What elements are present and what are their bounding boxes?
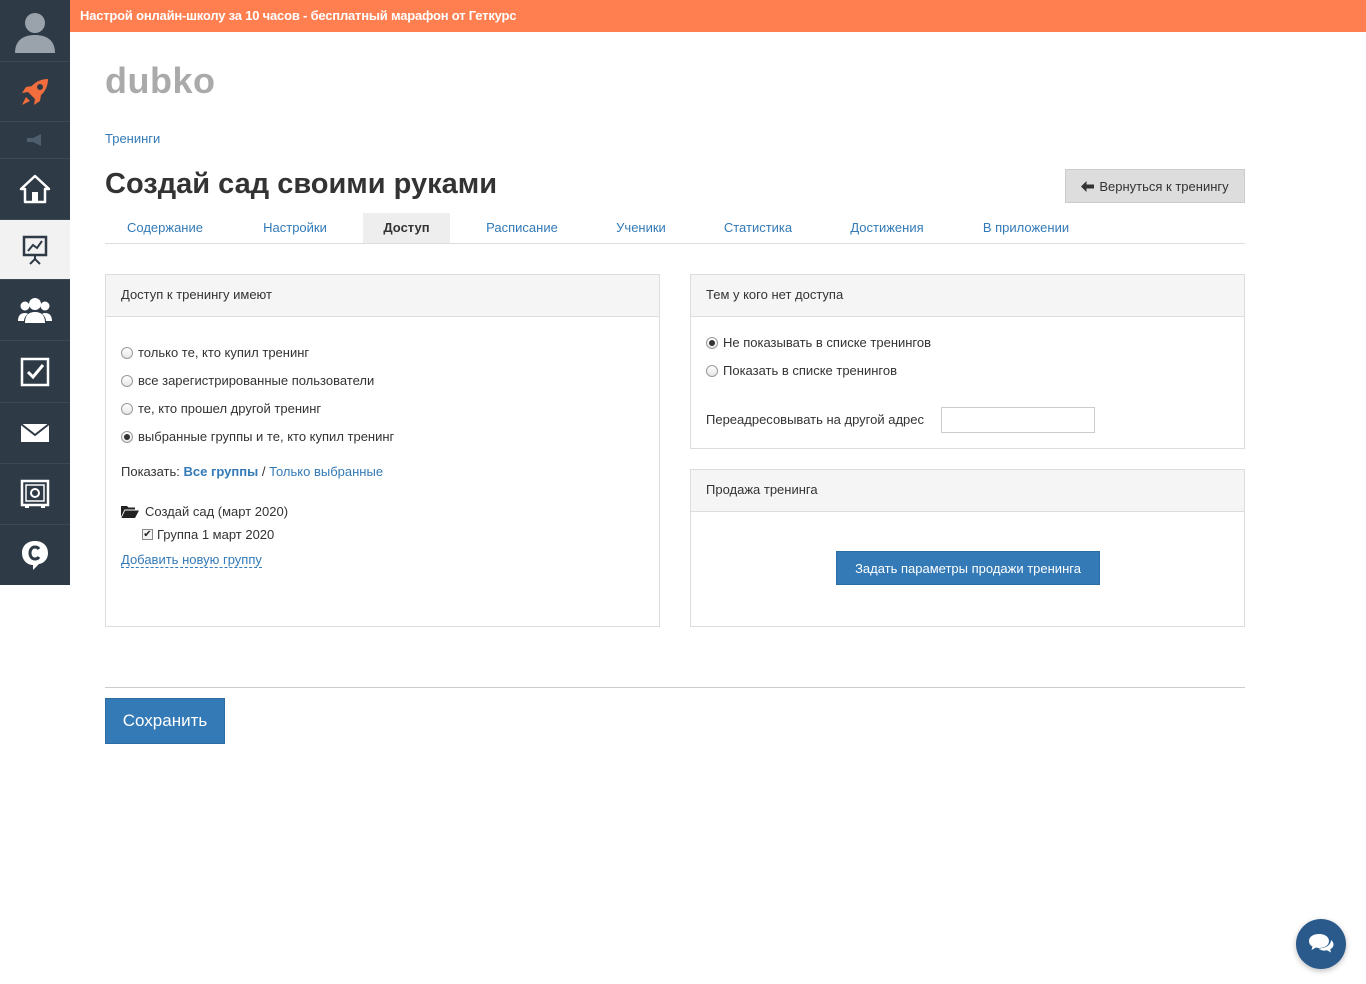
group-checkbox[interactable]: ✔ bbox=[142, 529, 153, 540]
checkbox-tasks-icon bbox=[20, 357, 50, 386]
support-chat-button[interactable] bbox=[1296, 919, 1346, 969]
sale-settings-button[interactable]: Задать параметры продажи тренинга bbox=[836, 551, 1100, 585]
no-access-radio-show[interactable] bbox=[706, 364, 718, 377]
chat-logo-icon bbox=[22, 541, 48, 570]
sale-panel: Продажа тренинга Задать параметры продаж… bbox=[690, 469, 1245, 627]
tab-schedule[interactable]: Расписание bbox=[472, 213, 572, 243]
school-name: dubko bbox=[105, 60, 216, 101]
sale-panel-title: Продажа тренинга bbox=[691, 470, 1244, 512]
sidebar-item-safe[interactable] bbox=[0, 464, 70, 525]
access-panel: Доступ к тренингу имеют только те, кто к… bbox=[105, 274, 660, 627]
back-button-label: Вернуться к тренингу bbox=[1099, 178, 1229, 194]
tab-access[interactable]: Доступ bbox=[363, 213, 450, 243]
group-label: Группа 1 март 2020 bbox=[157, 527, 275, 542]
access-panel-title: Доступ к тренингу имеют bbox=[106, 275, 659, 317]
back-to-training-button[interactable]: Вернуться к тренингу bbox=[1065, 169, 1245, 203]
folder-open-icon bbox=[121, 506, 139, 518]
save-button[interactable]: Сохранить bbox=[105, 698, 225, 744]
no-access-option-label: Показать в списке тренингов bbox=[723, 363, 897, 378]
sidebar-item-announcements[interactable] bbox=[0, 122, 70, 159]
no-access-radio-hide[interactable] bbox=[706, 336, 718, 349]
sidebar bbox=[0, 0, 70, 585]
access-option-label: выбранные группы и те, кто купил тренинг bbox=[138, 429, 395, 444]
access-option-bought[interactable]: только те, кто купил тренинг bbox=[121, 345, 309, 360]
sidebar-item-profile[interactable] bbox=[0, 0, 70, 62]
mail-icon bbox=[20, 423, 50, 442]
access-radio-bought[interactable] bbox=[121, 346, 133, 359]
no-access-option-label: Не показывать в списке тренингов bbox=[723, 335, 932, 350]
tab-in-app[interactable]: В приложении bbox=[971, 213, 1081, 243]
training-chart-icon bbox=[22, 235, 48, 265]
no-access-option-hide[interactable]: Не показывать в списке тренингов bbox=[706, 335, 931, 350]
add-group-link[interactable]: Добавить новую группу bbox=[121, 552, 262, 568]
access-option-other-training[interactable]: те, кто прошел другой тренинг bbox=[121, 401, 321, 416]
tab-content[interactable]: Содержание bbox=[105, 213, 225, 243]
show-all-groups-link[interactable]: Все группы bbox=[184, 464, 259, 479]
tab-statistics[interactable]: Статистика bbox=[711, 213, 805, 243]
sidebar-item-home[interactable] bbox=[0, 159, 70, 220]
access-radio-registered[interactable] bbox=[121, 374, 133, 387]
tab-students[interactable]: Ученики bbox=[595, 213, 687, 243]
redirect-url-input[interactable] bbox=[941, 407, 1095, 433]
sidebar-item-users[interactable] bbox=[0, 280, 70, 341]
user-avatar-icon bbox=[15, 12, 55, 53]
group-folder-label: Создай сад (март 2020) bbox=[145, 504, 289, 519]
tab-settings[interactable]: Настройки bbox=[245, 213, 345, 243]
show-selected-link[interactable]: Только выбранные bbox=[269, 464, 383, 479]
sidebar-item-tasks[interactable] bbox=[0, 341, 70, 403]
show-filter-separator: / bbox=[261, 464, 266, 479]
breadcrumb-trainings[interactable]: Тренинги bbox=[105, 131, 160, 146]
users-group-icon bbox=[18, 298, 52, 323]
rocket-icon bbox=[22, 78, 48, 105]
no-access-panel-title: Тем у кого нет доступа bbox=[691, 275, 1244, 317]
sidebar-item-trainings[interactable] bbox=[0, 220, 70, 280]
tabs: Содержание Настройки Доступ Расписание У… bbox=[105, 213, 1245, 244]
group-folder[interactable]: Создай сад (март 2020) bbox=[121, 504, 288, 519]
sidebar-item-messages[interactable] bbox=[0, 403, 70, 464]
no-access-panel: Тем у кого нет доступа Не показывать в с… bbox=[690, 274, 1245, 449]
sidebar-item-launch[interactable] bbox=[0, 62, 70, 122]
tab-achievements[interactable]: Достижения bbox=[835, 213, 939, 243]
access-radio-other-training[interactable] bbox=[121, 402, 133, 415]
chat-bubbles-icon bbox=[1309, 934, 1334, 953]
safe-icon bbox=[20, 479, 50, 508]
divider bbox=[105, 687, 1245, 688]
access-option-label: те, кто прошел другой тренинг bbox=[138, 401, 322, 416]
access-option-selected-groups[interactable]: выбранные группы и те, кто купил тренинг bbox=[121, 429, 394, 444]
access-option-label: только те, кто купил тренинг bbox=[138, 345, 310, 360]
home-icon bbox=[19, 174, 51, 204]
group-item[interactable]: ✔ Группа 1 март 2020 bbox=[142, 527, 274, 542]
access-option-registered[interactable]: все зарегистрированные пользователи bbox=[121, 373, 374, 388]
show-filter-label: Показать: bbox=[121, 464, 180, 479]
no-access-option-show[interactable]: Показать в списке тренингов bbox=[706, 363, 897, 378]
show-filter: Показать: Все группы / Только выбранные bbox=[121, 464, 383, 479]
page-title: Создай сад своими руками bbox=[105, 168, 498, 200]
redirect-label: Переадресовывать на другой адрес bbox=[706, 412, 925, 427]
sidebar-item-chat[interactable] bbox=[0, 525, 70, 585]
arrow-left-icon bbox=[1081, 180, 1095, 192]
promo-banner[interactable]: Настрой онлайн-школу за 10 часов - беспл… bbox=[70, 0, 1366, 32]
megaphone-icon bbox=[27, 134, 41, 146]
access-radio-selected-groups[interactable] bbox=[121, 430, 133, 443]
access-option-label: все зарегистрированные пользователи bbox=[138, 373, 375, 388]
